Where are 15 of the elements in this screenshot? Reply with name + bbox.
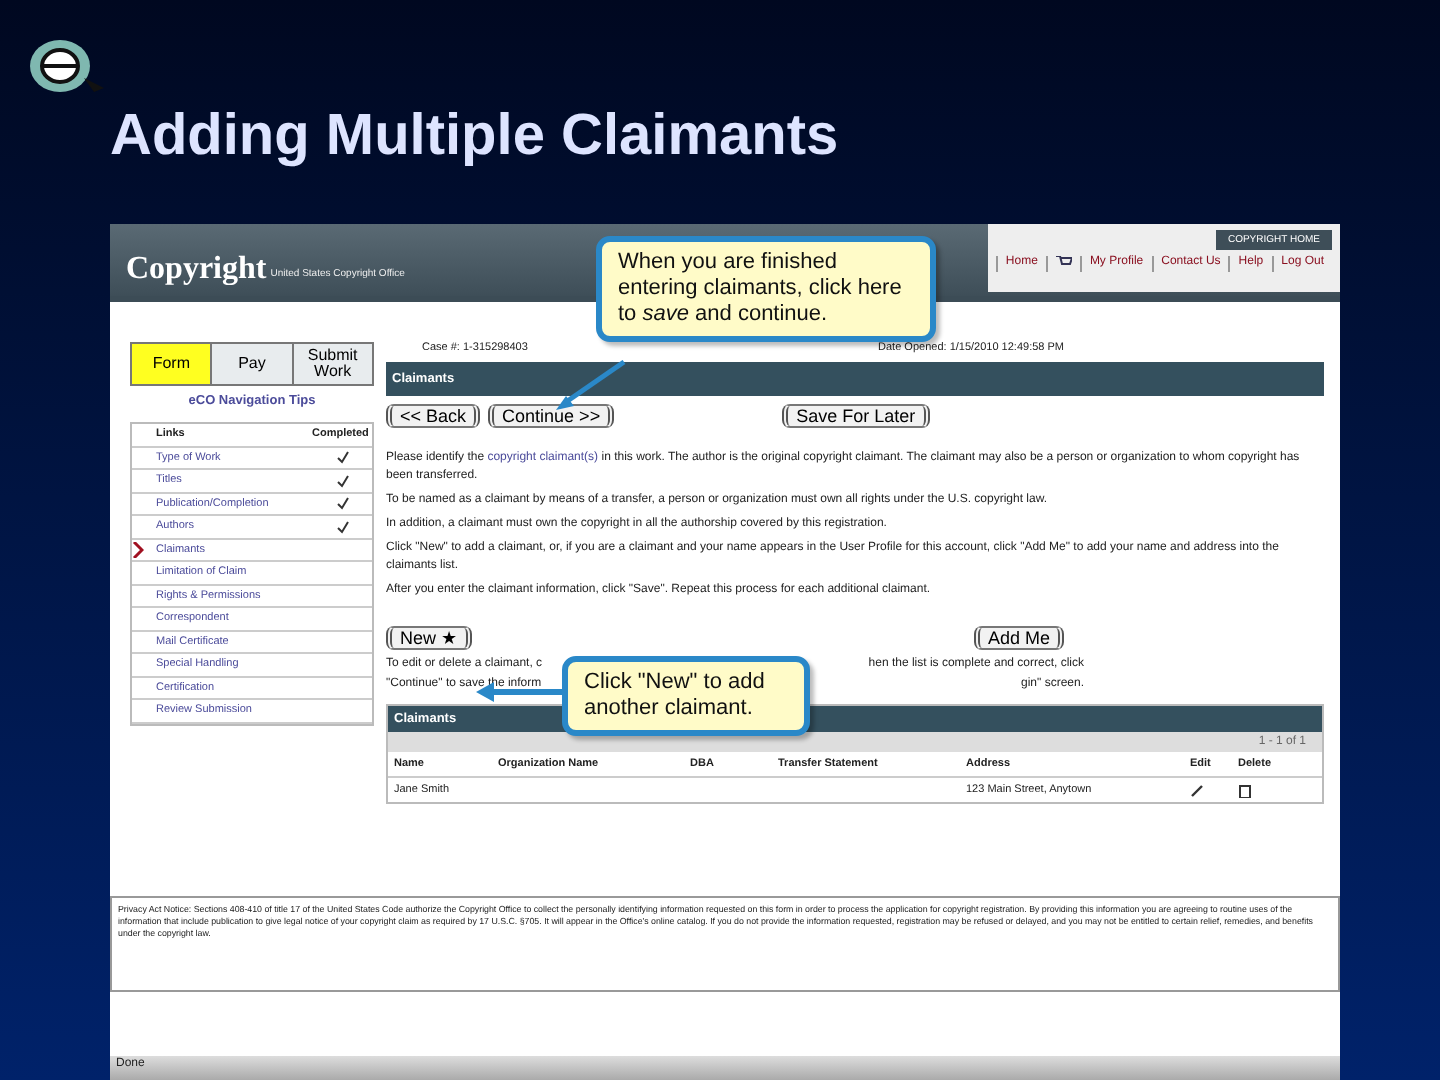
tab[interactable]: Form [132,344,213,384]
slide-title: Adding Multiple Claimants [110,104,839,170]
callout: Click "New" to add another claimant. [562,656,810,736]
tab[interactable]: Pay [212,344,294,384]
continue-button[interactable]: Continue >> [488,404,615,428]
callout: When you are finished entering claimants, click here to save and continue. [596,236,936,342]
pointer-arrow [554,360,626,412]
add-me-button[interactable]: Add Me [973,626,1064,650]
new-button[interactable]: New ★ [386,626,472,650]
edit-icon[interactable] [1190,783,1204,797]
save-for-later-button[interactable]: Save For Later [782,404,930,428]
delete-icon[interactable] [1238,783,1252,797]
back-button[interactable]: << Back [386,404,481,428]
tab[interactable]: Submit Work [293,344,372,384]
site-logo: Copyright [126,252,267,288]
